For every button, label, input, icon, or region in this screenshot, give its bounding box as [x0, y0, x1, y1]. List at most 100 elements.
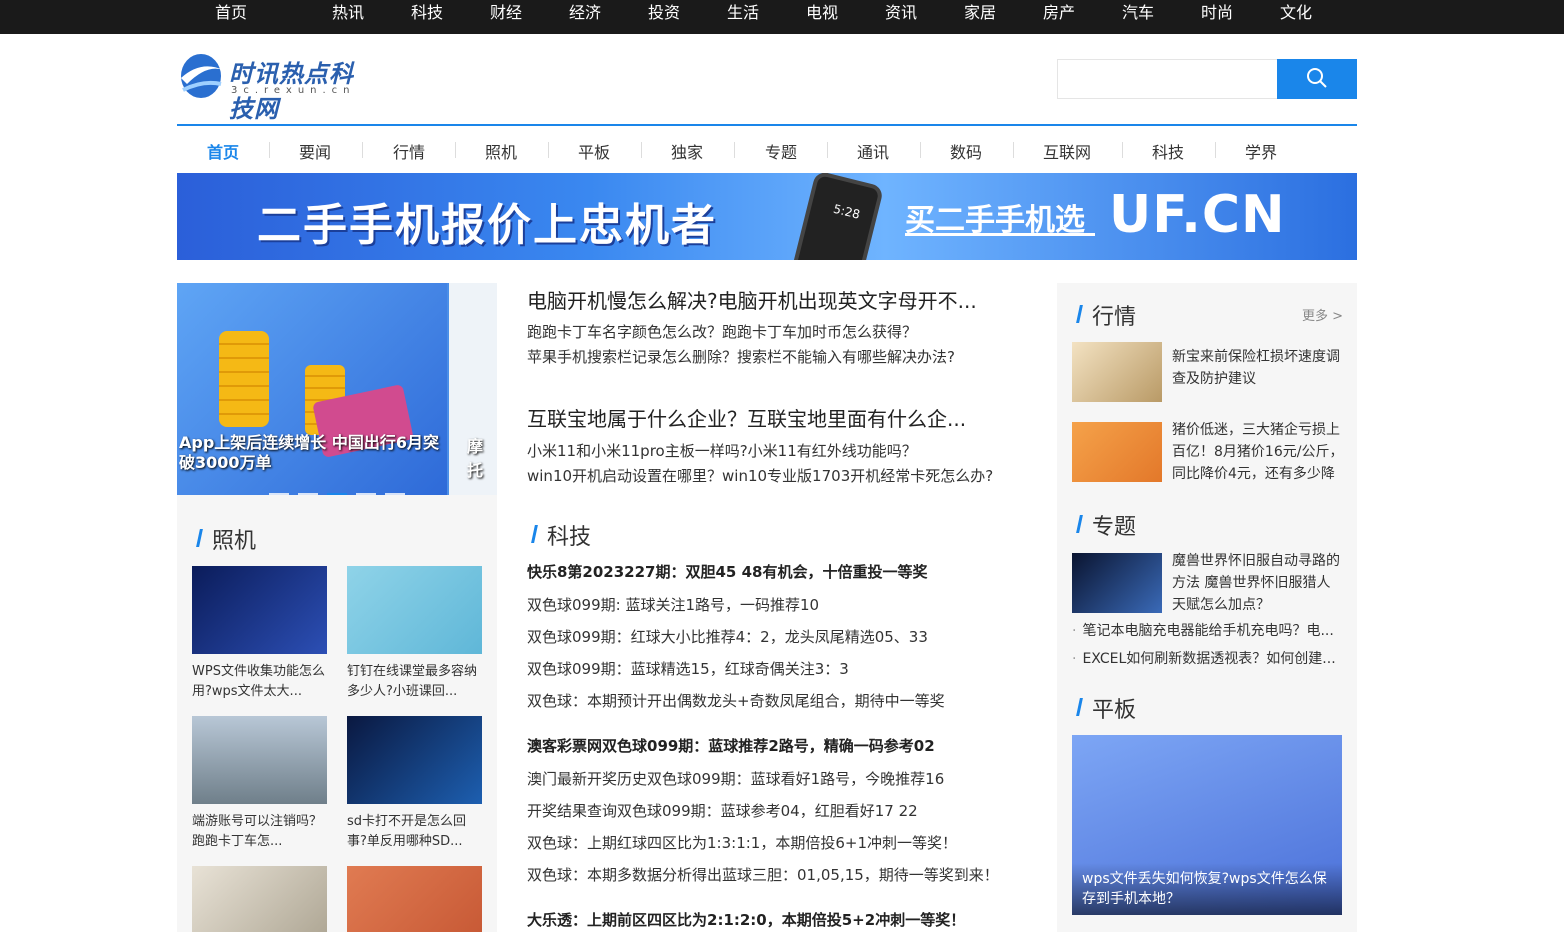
logo-subtitle: 3c.rexun.cn [231, 85, 356, 96]
topnav-home[interactable]: 首页 [215, 0, 247, 26]
slide-caption[interactable]: App上架后连续增长 中国出行6月突破3000万单 [177, 433, 447, 473]
topnav-hot[interactable]: 热讯 [332, 0, 364, 26]
nav-market[interactable]: 行情 [393, 139, 425, 163]
topnav-tech[interactable]: 科技 [411, 0, 443, 26]
sidebar-news-item[interactable]: 猪价低迷，三大猪企亏损上百亿！8月猪价16元/公斤，同比降价4元，还有多少降 [1072, 422, 1344, 482]
banner-text-main: 二手手机报价上忠机者 [257, 200, 717, 251]
nav-divider [641, 142, 642, 158]
sidebar-news-title: 魔兽世界怀旧服自动寻路的方法 魔兽世界怀旧服猎人天赋怎么加点？ [1172, 553, 1340, 613]
site-logo[interactable]: 时讯热点科技网 3c.rexun.cn [177, 48, 377, 123]
topnav-home-living[interactable]: 家居 [964, 0, 996, 26]
sidebar-feature-caption: wps文件丢失如何恢复?wps文件怎么保存到手机本地？ [1072, 863, 1342, 915]
topnav-auto[interactable]: 汽车 [1122, 0, 1154, 26]
nav-internet[interactable]: 互联网 [1043, 139, 1091, 163]
sidebar-list-link[interactable]: EXCEL如何刷新数据透视表？如何创建... [1072, 648, 1342, 668]
banner-text-domain: UF.CN [1109, 185, 1286, 245]
nav-technology[interactable]: 科技 [1152, 139, 1184, 163]
headline-link[interactable]: 电脑开机慢怎么解决?电脑开机出现英文字母开不... [527, 285, 1027, 314]
news-lead-link[interactable]: 澳客彩票网双色球099期：蓝球推荐2路号，精确一码参考02 [527, 735, 935, 756]
section-title: 科技 [547, 519, 591, 551]
topnav-economy[interactable]: 经济 [569, 0, 601, 26]
banner-underline [905, 233, 1095, 236]
news-link[interactable]: 双色球099期：红球大小比推荐4：2，龙头凤尾精选05、33 [527, 626, 928, 647]
nav-exclusive[interactable]: 独家 [671, 139, 703, 163]
grid-item-image [192, 716, 327, 804]
section-title: 专题 [1092, 509, 1136, 541]
grid-item-image [347, 716, 482, 804]
topnav-fashion[interactable]: 时尚 [1201, 0, 1233, 26]
sidebar-news-item[interactable]: 魔兽世界怀旧服自动寻路的方法 魔兽世界怀旧服猎人天赋怎么加点？ [1072, 553, 1342, 613]
grid-item-image [347, 566, 482, 654]
section-title: 行情 [1092, 299, 1136, 331]
sidebar-news-image [1072, 422, 1162, 482]
grid-item-image [192, 866, 327, 932]
nav-digital[interactable]: 数码 [950, 139, 982, 163]
news-link[interactable]: 双色球099期：蓝球精选15，红球奇偶关注3：3 [527, 658, 849, 679]
banner-ad[interactable]: 二手手机报价上忠机者 5:28 买二手手机选 UF.CN [177, 173, 1357, 260]
nav-home[interactable]: 首页 [207, 139, 239, 163]
news-link[interactable]: 双色球099期: 蓝球关注1路号，一码推荐10 [527, 594, 819, 615]
nav-divider [1122, 142, 1123, 158]
sidebar-news-title: 猪价低迷，三大猪企亏损上百亿！8月猪价16元/公斤，同比降价4元，还有多少降 [1172, 422, 1344, 482]
news-link[interactable]: win10开机启动设置在哪里？win10专业版1703开机经常卡死怎么办? [527, 465, 993, 486]
nav-divider [827, 142, 828, 158]
image-slider[interactable]: App上架后连续增长 中国出行6月突破3000万单 摩托 [177, 283, 497, 495]
nav-tablet[interactable]: 平板 [578, 139, 610, 163]
grid-item[interactable] [192, 866, 327, 932]
news-link[interactable]: 小米11和小米11pro主板一样吗?小米11有红外线功能吗？ [527, 440, 917, 461]
news-lead-link[interactable]: 大乐透：上期前区四区比为2:1:2:0，本期倍投5+2冲刺一等奖！ [527, 909, 965, 930]
nav-headlines[interactable]: 要闻 [299, 139, 331, 163]
news-link[interactable]: 苹果手机搜索栏记录怎么删除？搜索栏不能输入有哪些解决办法? [527, 346, 955, 367]
nav-divider [362, 142, 363, 158]
search-button[interactable] [1277, 59, 1357, 99]
camera-section: 照机 WPS文件收集功能怎么用?wps文件太大... 钉钉在线课堂最多容纳多少人… [177, 495, 497, 932]
news-link[interactable]: 澳门最新开奖历史双色球099期：蓝球看好1路号，今晚推荐16 [527, 768, 944, 789]
grid-item[interactable] [347, 866, 482, 932]
nav-academia[interactable]: 学界 [1245, 139, 1277, 163]
topnav-culture[interactable]: 文化 [1280, 0, 1312, 26]
main-nav: 首页 要闻 行情 照机 平板 独家 专题 通讯 数码 互联网 科技 学界 [177, 124, 1357, 172]
news-link[interactable]: 跑跑卡丁车名字颜色怎么改？跑跑卡丁车加时币怎么获得？ [527, 321, 917, 342]
grid-item[interactable]: 端游账号可以注销吗？跑跑卡丁车怎... [192, 716, 327, 852]
nav-camera[interactable]: 照机 [485, 139, 517, 163]
topnav-finance[interactable]: 财经 [490, 0, 522, 26]
logo-globe-icon [181, 54, 223, 98]
sidebar-news-item[interactable]: 新宝来前保险杠损坏速度调查及防护建议 [1072, 342, 1342, 402]
sidebar-news-image [1072, 553, 1162, 613]
news-link[interactable]: 双色球：本期预计开出偶数龙头+奇数凤尾组合，期待中一等奖 [527, 690, 945, 711]
grid-item-image [347, 866, 482, 932]
more-link[interactable]: 更多 > [1302, 305, 1343, 324]
topnav-realestate[interactable]: 房产 [1043, 0, 1075, 26]
grid-item[interactable]: sd卡打不开是怎么回事?单反用哪种SD... [347, 716, 482, 852]
search-input[interactable] [1057, 59, 1277, 99]
sidebar-feature-image[interactable]: wps文件丢失如何恢复?wps文件怎么保存到手机本地？ [1072, 735, 1342, 915]
news-link[interactable]: 双色球：上期红球四区比为1:3:1:1，本期倍投6+1冲刺一等奖！ [527, 832, 957, 853]
sidebar-news-image [1072, 342, 1162, 402]
header: 时讯热点科技网 3c.rexun.cn [177, 34, 1357, 124]
grid-item-caption: 钉钉在线课堂最多容纳多少人?小班课回... [347, 664, 478, 699]
topnav-news[interactable]: 资讯 [885, 0, 917, 26]
topnav-invest[interactable]: 投资 [648, 0, 680, 26]
grid-item-image [192, 566, 327, 654]
grid-item-caption: 端游账号可以注销吗？跑跑卡丁车怎... [192, 814, 323, 849]
nav-telecom[interactable]: 通讯 [857, 139, 889, 163]
topnav-life[interactable]: 生活 [727, 0, 759, 26]
news-link[interactable]: 双色球：本期多数据分析得出蓝球三胆：01,05,15，期待一等奖到来！ [527, 864, 999, 885]
headline-link[interactable]: 互联宝地属于什么企业？互联宝地里面有什么企... [527, 403, 1027, 432]
grid-item[interactable]: WPS文件收集功能怎么用?wps文件太大... [192, 566, 327, 702]
section-title: 照机 [212, 523, 256, 555]
sidebar-list-link[interactable]: 笔记本电脑充电器能给手机充电吗？电... [1072, 620, 1342, 640]
banner-phone-image: 5:28 [789, 173, 885, 260]
news-lead-link[interactable]: 快乐8第2023227期：双胆45 48有机会，十倍重投一等奖 [527, 561, 927, 582]
section-title: 平板 [1092, 692, 1136, 724]
slide-next-caption[interactable]: 摩托 [467, 433, 497, 481]
news-link[interactable]: 开奖结果查询双色球099期：蓝球参考04，红胆看好17 22 [527, 800, 918, 821]
search-box [1057, 59, 1357, 99]
nav-divider [1013, 142, 1014, 158]
nav-divider [920, 142, 921, 158]
grid-item-caption: WPS文件收集功能怎么用?wps文件太大... [192, 664, 325, 699]
nav-topics[interactable]: 专题 [765, 139, 797, 163]
topnav-tv[interactable]: 电视 [806, 0, 838, 26]
search-icon [1307, 67, 1327, 88]
grid-item[interactable]: 钉钉在线课堂最多容纳多少人?小班课回... [347, 566, 482, 702]
